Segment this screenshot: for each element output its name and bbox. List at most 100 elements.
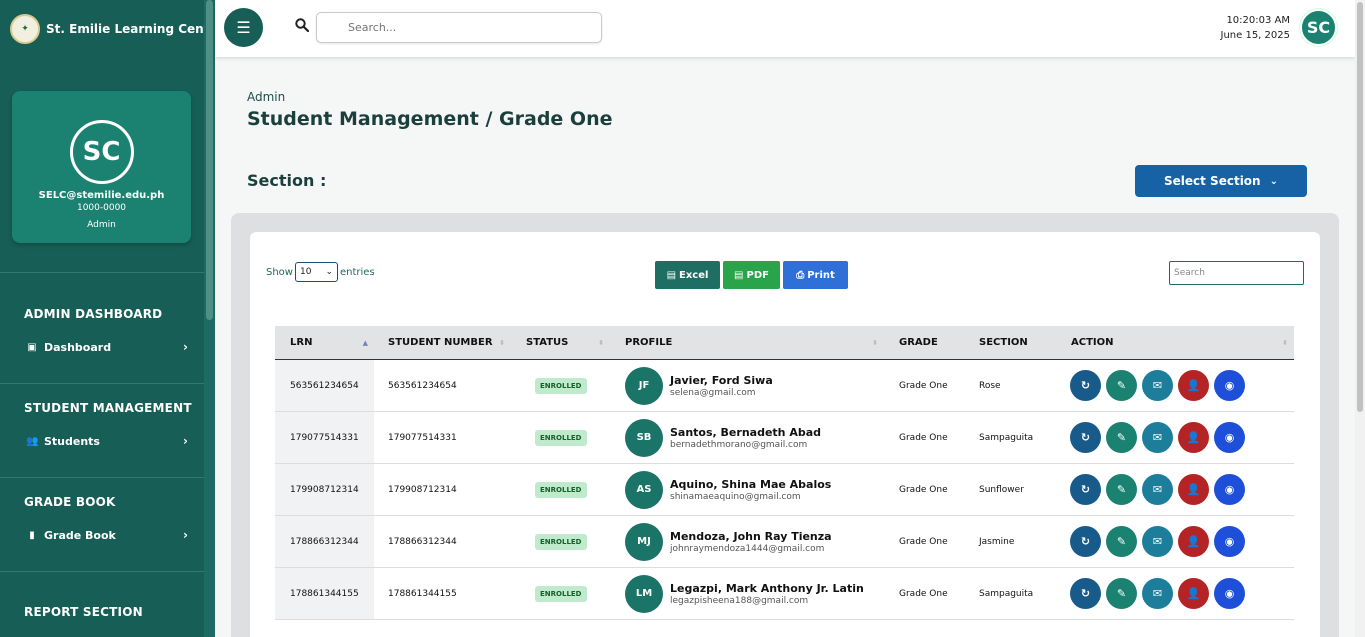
edit-button[interactable]: ✎	[1106, 578, 1137, 609]
view-button[interactable]: ◉	[1214, 578, 1245, 609]
sidebar-item-gradebook[interactable]: ▮ Grade Book ›	[26, 528, 188, 542]
sidebar-item-students[interactable]: 👥 Students ›	[26, 434, 188, 448]
email-button[interactable]: ✉	[1142, 578, 1173, 609]
column-label: GRADE	[899, 337, 938, 348]
edit-button[interactable]: ✎	[1106, 526, 1137, 557]
sidebar-item-dashboard[interactable]: ▣ Dashboard ›	[26, 340, 188, 354]
print-button[interactable]: ⎙ Print	[783, 261, 848, 289]
cell-section: Sampaguita	[979, 588, 1034, 599]
search-icon[interactable]	[295, 18, 309, 32]
sort-icon: ⬍	[598, 338, 604, 347]
email-button[interactable]: ✉	[1142, 526, 1173, 557]
column-header-grade[interactable]: GRADE	[884, 326, 964, 359]
clock: 10:20:03 AM June 15, 2025	[1221, 13, 1291, 43]
select-section-button[interactable]: Select Section ⌄	[1135, 165, 1307, 197]
sidebar-item-label: Students	[44, 434, 100, 448]
cell-status: ENROLLED	[511, 360, 610, 411]
sort-icon: ⬍	[872, 338, 878, 347]
table-row[interactable]: 179908712314 179908712314 ENROLLED AS Aq…	[275, 464, 1294, 516]
user-avatar[interactable]: SC	[1300, 9, 1337, 46]
remove-user-button[interactable]: 👤	[1178, 526, 1209, 557]
brand[interactable]: ✦ St. Emilie Learning Center	[10, 14, 215, 44]
sidebar-scrollbar-thumb[interactable]	[206, 0, 213, 320]
file-pdf-icon: ▤	[734, 269, 744, 281]
view-icon: ◉	[1224, 535, 1235, 548]
student-avatar: JF	[625, 366, 663, 405]
reset-button[interactable]: ↻	[1070, 526, 1101, 557]
edit-icon: ✎	[1116, 587, 1127, 600]
edit-icon: ✎	[1116, 535, 1127, 548]
remove-user-button[interactable]: 👤	[1178, 578, 1209, 609]
edit-button[interactable]: ✎	[1106, 422, 1137, 453]
divider	[0, 571, 204, 572]
cell-grade: Grade One	[899, 536, 948, 547]
sort-icon: ⬍	[1282, 338, 1288, 347]
excel-button[interactable]: ▤ Excel	[655, 261, 720, 289]
reset-button[interactable]: ↻	[1070, 422, 1101, 453]
remove-user-icon: 👤	[1186, 587, 1201, 600]
student-avatar: MJ	[625, 522, 663, 561]
column-header-action[interactable]: ACTION ⬍	[1056, 326, 1294, 359]
table-row[interactable]: 563561234654 563561234654 ENROLLED JF Ja…	[275, 360, 1294, 412]
profile-id: 1000-0000	[76, 203, 127, 213]
cell-actions: ↻ ✎ ✉ 👤 ◉	[1056, 568, 1294, 619]
export-buttons: ▤ Excel ▤ PDF ⎙ Print	[655, 261, 848, 289]
pdf-button[interactable]: ▤ PDF	[723, 261, 780, 289]
reset-button[interactable]: ↻	[1070, 370, 1101, 401]
email-button[interactable]: ✉	[1142, 370, 1173, 401]
edit-button[interactable]: ✎	[1106, 474, 1137, 505]
table-row[interactable]: 178861344155 178861344155 ENROLLED LM Le…	[275, 568, 1294, 620]
mail-icon: ✉	[1152, 483, 1163, 496]
column-label: SECTION	[979, 337, 1028, 348]
cell-lrn: 178861344155	[275, 568, 374, 619]
page-scrollbar-thumb[interactable]	[1357, 2, 1363, 412]
email-button[interactable]: ✉	[1142, 474, 1173, 505]
table-row[interactable]: 178866312344 178866312344 ENROLLED MJ Me…	[275, 516, 1294, 568]
remove-user-button[interactable]: 👤	[1178, 370, 1209, 401]
brand-name: St. Emilie Learning Center	[46, 22, 215, 36]
column-header-profile[interactable]: PROFILE ⬍	[610, 326, 884, 359]
view-button[interactable]: ◉	[1214, 526, 1245, 557]
email-button[interactable]: ✉	[1142, 422, 1173, 453]
student-email: bernadethmorano@gmail.com	[670, 439, 808, 450]
column-header-lrn[interactable]: LRN ▲	[275, 326, 374, 359]
view-button[interactable]: ◉	[1214, 474, 1245, 505]
cell-grade: Grade One	[899, 484, 948, 495]
status-badge: ENROLLED	[535, 481, 587, 498]
book-icon: ▮	[29, 529, 35, 541]
cell-grade: Grade One	[899, 588, 948, 599]
avatar[interactable]: SC	[69, 120, 134, 184]
student-name: Aquino, Shina Mae Abalos	[670, 477, 832, 491]
column-header-section[interactable]: SECTION	[964, 326, 1056, 359]
remove-user-button[interactable]: 👤	[1178, 474, 1209, 505]
edit-button[interactable]: ✎	[1106, 370, 1137, 401]
entries-control: Show 10 ⌄ entries	[266, 262, 375, 282]
view-button[interactable]: ◉	[1214, 370, 1245, 401]
reset-button[interactable]: ↻	[1070, 578, 1101, 609]
view-icon: ◉	[1224, 483, 1235, 496]
cell-actions: ↻ ✎ ✉ 👤 ◉	[1056, 464, 1294, 515]
cell-actions: ↻ ✎ ✉ 👤 ◉	[1056, 516, 1294, 567]
table-search-input[interactable]: Search	[1169, 261, 1304, 285]
status-badge: ENROLLED	[535, 429, 587, 446]
student-name: Santos, Bernadeth Abad	[670, 425, 822, 439]
menu-toggle-button[interactable]: ☰	[224, 8, 263, 47]
column-header-student-number[interactable]: STUDENT NUMBER ⬍	[374, 326, 511, 359]
cell-student-number: 178866312344	[388, 536, 457, 547]
refresh-icon: ↻	[1080, 379, 1091, 392]
student-email: selena@gmail.com	[670, 387, 756, 398]
file-excel-icon: ▤	[666, 269, 677, 281]
remove-user-button[interactable]: 👤	[1178, 422, 1209, 453]
cell-status: ENROLLED	[511, 412, 610, 463]
show-label: Show	[266, 266, 293, 278]
view-button[interactable]: ◉	[1214, 422, 1245, 453]
reset-button[interactable]: ↻	[1070, 474, 1101, 505]
refresh-icon: ↻	[1080, 483, 1091, 496]
mail-icon: ✉	[1152, 587, 1163, 600]
edit-icon: ✎	[1116, 431, 1127, 444]
search-input[interactable]	[316, 12, 602, 43]
table-row[interactable]: 179077514331 179077514331 ENROLLED SB Sa…	[275, 412, 1294, 464]
column-header-status[interactable]: STATUS ⬍	[511, 326, 610, 359]
entries-select[interactable]: 10 ⌄	[294, 262, 338, 282]
cell-status: ENROLLED	[511, 464, 610, 515]
